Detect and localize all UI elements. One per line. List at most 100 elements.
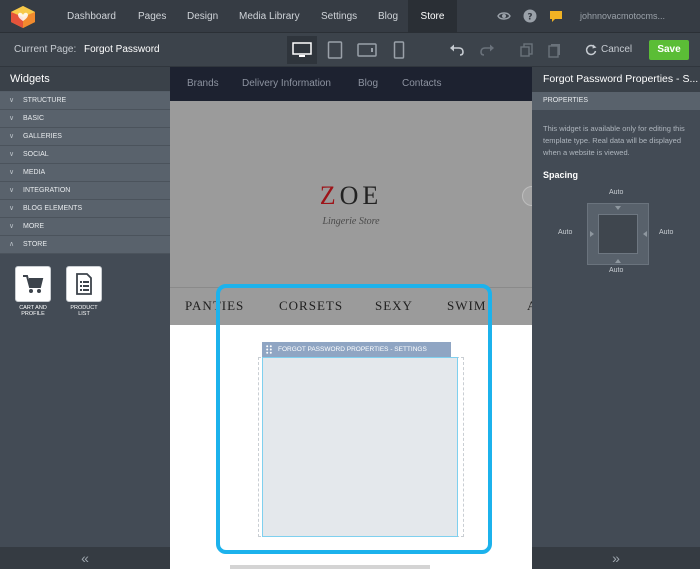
help-icon[interactable]: ? — [523, 9, 537, 23]
arrow-left-icon — [590, 231, 594, 237]
category-label: MORE — [23, 223, 44, 230]
category-label: SOCIAL — [23, 151, 49, 158]
properties-panel: Forgot Password Properties - S... PROPER… — [532, 67, 700, 569]
cart-icon — [23, 275, 44, 293]
nav-blog[interactable]: Blog — [378, 0, 398, 33]
brand-rest: OE — [339, 181, 383, 210]
properties-note: This widget is available only for editin… — [543, 124, 685, 157]
category-label: BLOG ELEMENTS — [23, 205, 83, 212]
tablet-landscape-view-button[interactable] — [352, 36, 382, 64]
site-link-delivery-information[interactable]: Delivery Information — [242, 67, 331, 101]
copy-icon[interactable] — [519, 42, 535, 58]
cancel-icon — [585, 44, 597, 56]
chevron-down-icon: ∨ — [9, 169, 15, 176]
forgot-password-widget[interactable] — [262, 357, 458, 537]
category-store[interactable]: ∧ STORE — [0, 236, 170, 254]
category-label: STRUCTURE — [23, 97, 67, 104]
canvas-scrollbar[interactable] — [230, 565, 430, 569]
widgets-panel: Widgets ∨ STRUCTURE ∨ BASIC ∨ GALLERIES ∨ SO… — [0, 67, 170, 569]
category-social[interactable]: ∨ SOCIAL — [0, 146, 170, 164]
widget-tag-label: FORGOT PASSWORD PROPERTIES - SETTINGS — [278, 346, 427, 353]
tablet-icon — [327, 41, 343, 59]
category-label: MEDIA — [23, 169, 46, 176]
site-tagline: Lingerie Store — [322, 216, 380, 227]
category-blog-elements[interactable]: ∨ BLOG ELEMENTS — [0, 200, 170, 218]
product-list-icon — [76, 273, 92, 295]
save-button[interactable]: Save — [649, 40, 689, 60]
arrow-right-icon — [643, 231, 647, 237]
category-label: GALLERIES — [23, 133, 62, 140]
brand-initial: Z — [319, 181, 340, 210]
expand-panel-button[interactable]: » — [532, 547, 700, 569]
widgets-title: Widgets — [0, 67, 170, 92]
site-header: ZOE Lingerie Store PANTIES CORSETS SEXY … — [170, 101, 532, 325]
drag-handle-icon[interactable] — [266, 345, 272, 354]
spacing-label: Spacing — [543, 170, 579, 180]
preview-eye-icon[interactable] — [497, 9, 511, 23]
paste-icon[interactable] — [547, 42, 563, 58]
category-structure[interactable]: ∨ STRUCTURE — [0, 92, 170, 110]
spacing-bottom[interactable]: Auto — [609, 267, 623, 274]
logo-icon[interactable] — [10, 5, 36, 29]
spacing-left[interactable]: Auto — [558, 229, 572, 236]
current-page-label: Current Page: — [14, 44, 77, 55]
spacing-top[interactable]: Auto — [609, 189, 623, 196]
chevron-down-icon: ∨ — [9, 133, 15, 140]
mobile-view-button[interactable] — [384, 36, 414, 64]
nav-dashboard[interactable]: Dashboard — [67, 0, 116, 33]
spacing-right[interactable]: Auto — [659, 229, 673, 236]
category-label: STORE — [23, 241, 47, 248]
desktop-view-button[interactable] — [287, 36, 317, 64]
chevron-down-icon: ∨ — [9, 151, 15, 158]
top-navigation: Dashboard Pages Design Media Library Set… — [0, 0, 700, 33]
nav-media-library[interactable]: Media Library — [239, 0, 300, 33]
chevron-down-icon: ∨ — [9, 205, 15, 212]
collapse-panel-button[interactable]: « — [0, 547, 170, 569]
category-galleries[interactable]: ∨ GALLERIES — [0, 128, 170, 146]
widget-label: PRODUCT LIST — [70, 305, 98, 317]
site-logo[interactable]: ZOE — [170, 181, 532, 211]
chat-icon[interactable] — [549, 9, 563, 23]
cancel-label: Cancel — [601, 44, 633, 55]
nav-design[interactable]: Design — [187, 0, 218, 33]
chevron-down-icon: ∨ — [9, 97, 15, 104]
page-canvas[interactable]: Brands Delivery Information Blog Contact… — [170, 67, 532, 569]
chevron-up-icon: ∧ — [9, 241, 15, 248]
mobile-icon — [393, 41, 405, 59]
desktop-icon — [292, 42, 312, 57]
properties-title: Forgot Password Properties - S... — [532, 67, 700, 92]
user-account[interactable]: johnnovacmotocms... — [580, 0, 665, 33]
category-media[interactable]: ∨ MEDIA — [0, 164, 170, 182]
category-more[interactable]: ∨ MORE — [0, 218, 170, 236]
site-link-brands[interactable]: Brands — [187, 67, 219, 101]
spacing-control[interactable] — [587, 203, 649, 265]
cancel-button[interactable]: Cancel — [585, 41, 632, 59]
redo-icon[interactable] — [479, 42, 495, 58]
undo-icon[interactable] — [449, 42, 465, 58]
category-integration[interactable]: ∨ INTEGRATION — [0, 182, 170, 200]
chevron-down-icon: ∨ — [9, 115, 15, 122]
site-top-bar: Brands Delivery Information Blog Contact… — [170, 67, 532, 101]
nav-settings[interactable]: Settings — [321, 0, 357, 33]
properties-section-header[interactable]: PROPERTIES — [532, 92, 700, 110]
category-label: BASIC — [23, 115, 45, 122]
spacing-inner-box — [598, 214, 638, 254]
site-link-blog[interactable]: Blog — [358, 67, 378, 101]
widget-tag[interactable]: FORGOT PASSWORD PROPERTIES - SETTINGS — [262, 342, 451, 357]
app-window: Dashboard Pages Design Media Library Set… — [0, 0, 700, 569]
site-link-contacts[interactable]: Contacts — [402, 67, 441, 101]
widget-label: CART AND PROFILE — [19, 305, 47, 317]
nav-pages[interactable]: Pages — [138, 0, 166, 33]
chevron-down-icon: ∨ — [9, 187, 15, 194]
arrow-up-icon — [615, 206, 621, 210]
tablet-view-button[interactable] — [320, 36, 350, 64]
category-label: INTEGRATION — [23, 187, 71, 194]
category-basic[interactable]: ∨ BASIC — [0, 110, 170, 128]
widget-tile — [66, 266, 102, 302]
widget-product-list[interactable]: PRODUCT LIST — [65, 266, 103, 317]
arrow-down-icon — [615, 259, 621, 263]
current-page-name[interactable]: Forgot Password — [84, 33, 160, 67]
widget-cart-and-profile[interactable]: CART AND PROFILE — [14, 266, 52, 317]
nav-store[interactable]: Store — [408, 0, 457, 33]
editor-toolbar: Current Page: Forgot Password Cancel Sav… — [0, 33, 700, 67]
